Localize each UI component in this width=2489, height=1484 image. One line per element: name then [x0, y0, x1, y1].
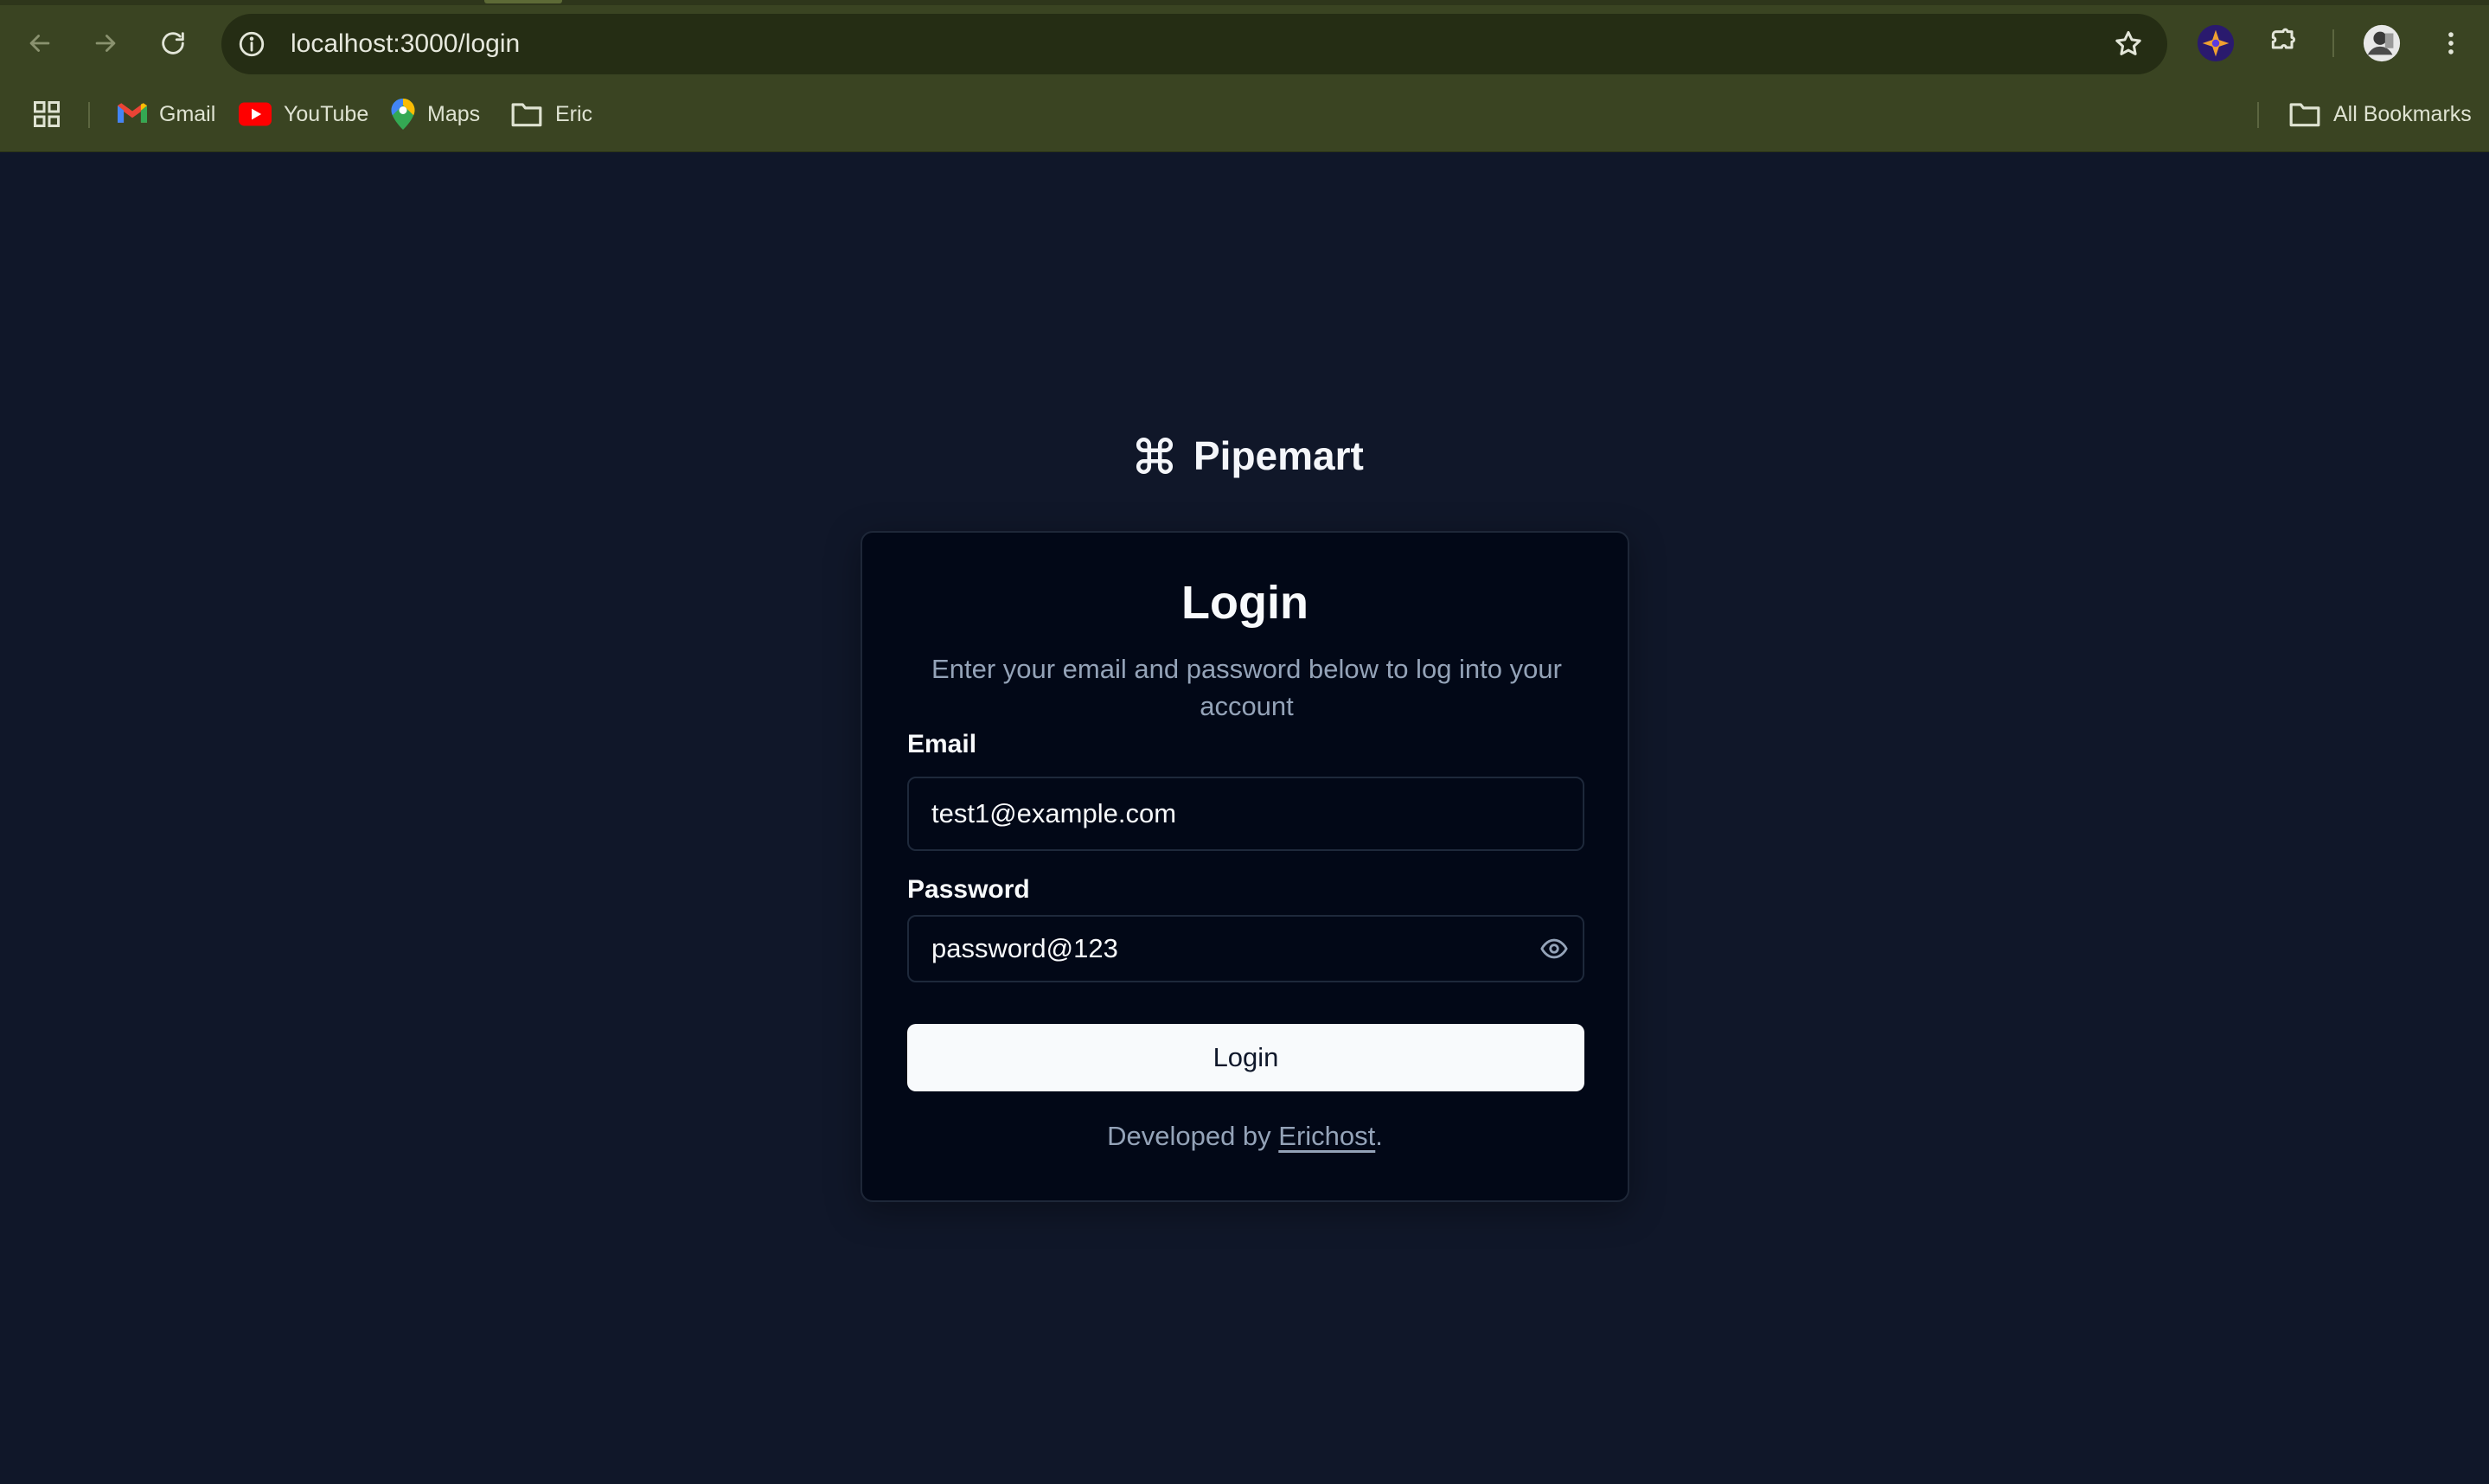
email-input[interactable]	[907, 777, 1584, 851]
login-description: Enter your email and password below to l…	[931, 654, 1562, 721]
tab-strip	[0, 0, 2489, 5]
active-tab-indicator	[484, 0, 562, 3]
all-bookmarks-button[interactable]: All Bookmarks	[2288, 90, 2472, 138]
extension-icon[interactable]	[2191, 19, 2240, 67]
bookmark-gmail[interactable]: Gmail	[118, 90, 215, 138]
login-title: Login	[1181, 577, 1308, 629]
back-button[interactable]	[16, 19, 64, 67]
bookmarks-divider	[2257, 102, 2259, 128]
login-button[interactable]: Login	[907, 1024, 1584, 1091]
apps-grid-icon[interactable]	[31, 90, 62, 138]
all-bookmarks-label: All Bookmarks	[2333, 101, 2472, 126]
login-card: Login Enter your email and password belo…	[861, 531, 1629, 1202]
email-label: Email	[907, 730, 977, 758]
bookmark-label: Gmail	[159, 101, 216, 126]
footer-credit: Developed by Erichost.	[862, 1121, 1628, 1152]
bookmark-folder-eric[interactable]: Eric	[510, 90, 592, 138]
brand-logo: Pipemart	[1133, 432, 1364, 479]
bookmarks-bar: Gmail YouTube Maps Eric All Bookmarks	[0, 90, 2489, 138]
site-info-icon[interactable]	[235, 28, 268, 61]
profile-avatar[interactable]	[2358, 19, 2406, 67]
password-input[interactable]	[907, 915, 1584, 982]
url-text[interactable]: localhost:3000/login	[291, 14, 520, 74]
bookmark-maps[interactable]: Maps	[391, 90, 480, 138]
back-arrow-icon	[29, 35, 50, 52]
bookmark-label: Maps	[427, 101, 481, 126]
forward-arrow-icon	[95, 35, 116, 52]
forward-button[interactable]	[81, 19, 130, 67]
show-password-eye-icon[interactable]	[1537, 931, 1571, 966]
footer-prefix: Developed by	[1107, 1121, 1279, 1151]
extensions-puzzle-icon[interactable]	[2259, 19, 2307, 67]
address-bar[interactable]: localhost:3000/login	[221, 14, 2167, 74]
folder-icon	[511, 103, 542, 127]
gmail-icon	[118, 103, 147, 123]
bookmarks-divider	[88, 102, 90, 128]
browser-chrome: localhost:3000/login Gmail YouTube Maps	[0, 0, 2489, 152]
bookmark-label: Eric	[555, 101, 593, 126]
footer-suffix: .	[1375, 1121, 1383, 1151]
youtube-icon	[239, 102, 272, 126]
password-label: Password	[907, 875, 1030, 904]
maps-icon	[391, 99, 415, 130]
folder-icon	[2289, 103, 2320, 127]
toolbar-divider	[2332, 29, 2334, 57]
command-icon	[1136, 437, 1174, 475]
brand-name: Pipemart	[1193, 433, 1364, 478]
erichost-link[interactable]: Erichost	[1278, 1121, 1375, 1151]
bookmark-label: YouTube	[284, 101, 369, 126]
reload-button[interactable]	[149, 19, 197, 67]
bookmark-star-icon[interactable]	[2110, 26, 2147, 62]
browser-menu-icon[interactable]	[2427, 19, 2475, 67]
bookmark-youtube[interactable]: YouTube	[239, 90, 368, 138]
reload-icon	[162, 32, 184, 54]
